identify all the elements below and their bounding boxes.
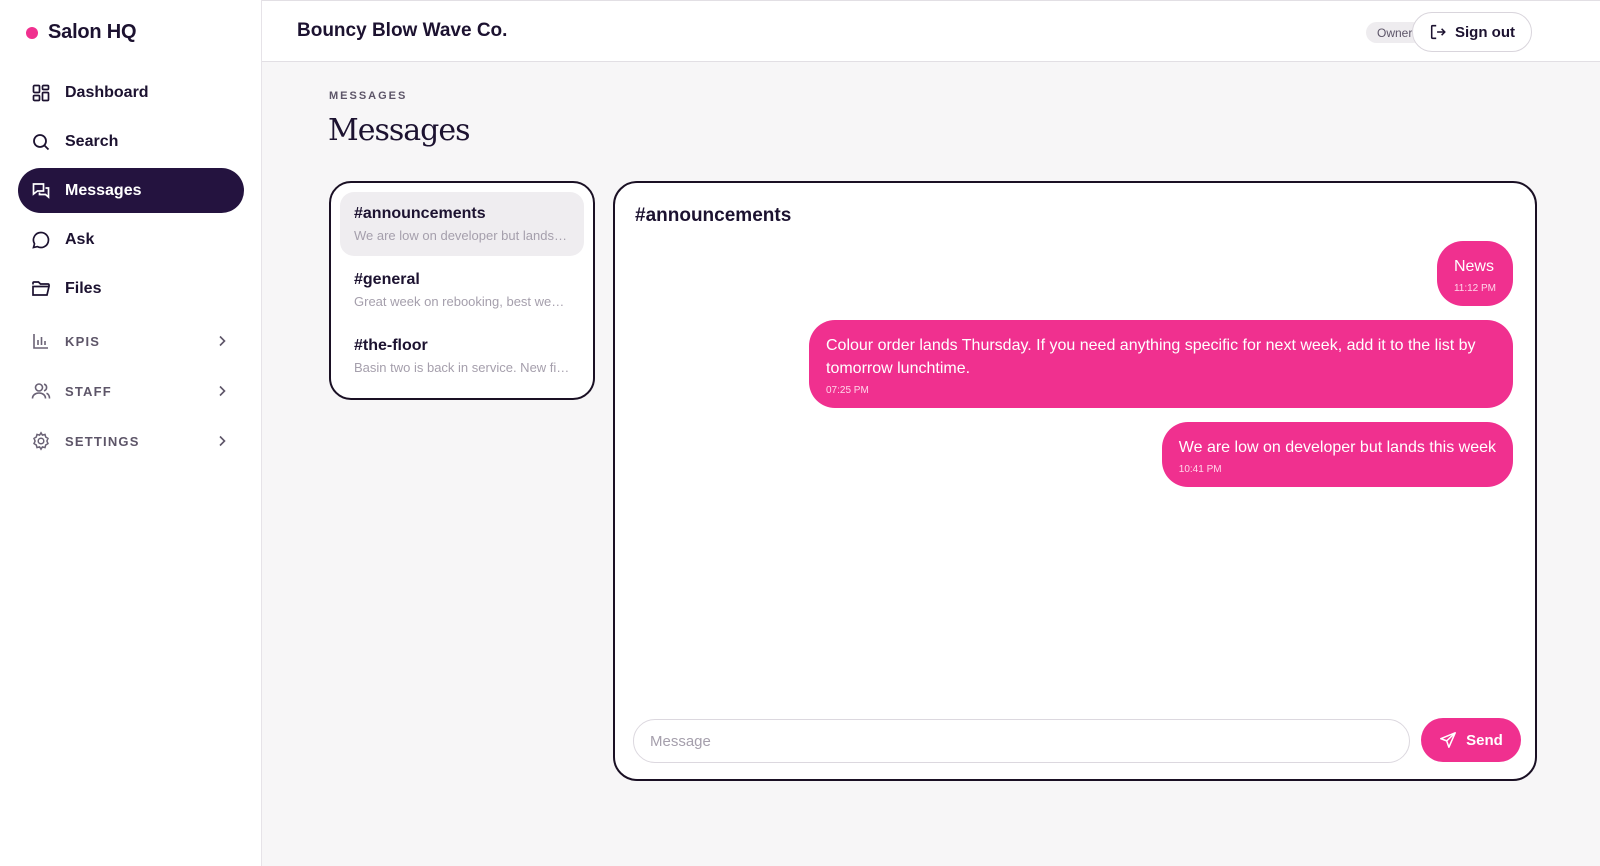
sidebar-group-label: KPIS xyxy=(65,333,101,349)
channel-item-announcements[interactable]: #announcements We are low on developer b… xyxy=(340,192,584,256)
sidebar-item-label: Files xyxy=(65,279,102,297)
folder-icon xyxy=(31,279,51,299)
dashboard-grid-icon xyxy=(31,83,51,103)
chat-bubble-icon xyxy=(31,230,51,250)
sidebar-item-messages[interactable]: Messages xyxy=(18,168,244,213)
chevron-right-icon xyxy=(214,433,230,449)
message-bubble: Colour order lands Thursday. If you need… xyxy=(809,320,1513,408)
sidebar-item-files[interactable]: Files xyxy=(18,266,244,311)
message-bubble: We are low on developer but lands this w… xyxy=(1161,422,1513,487)
sign-out-button[interactable]: Sign out xyxy=(1412,12,1532,52)
org-name: Bouncy Blow Wave Co. xyxy=(297,20,508,41)
message-bubble: News 11:12 PM xyxy=(1436,241,1513,306)
send-icon xyxy=(1439,731,1457,749)
channel-preview: Great week on rebooking, best week yet xyxy=(354,294,570,309)
sidebar-item-dashboard[interactable]: Dashboard xyxy=(18,70,244,115)
chat-bubbles-icon xyxy=(31,181,51,201)
message-text: News xyxy=(1453,258,1494,275)
channel-preview: Basin two is back in service. New filter… xyxy=(354,360,570,375)
sidebar-group-staff[interactable]: STAFF xyxy=(18,371,244,411)
channel-item-general[interactable]: #general Great week on rebooking, best w… xyxy=(340,258,584,322)
sidebar-item-label: Messages xyxy=(65,181,142,199)
message-time: 11:12 PM xyxy=(1453,283,1496,294)
send-label: Send xyxy=(1466,731,1503,749)
conversation-panel: #announcements News 11:12 PM Colour orde… xyxy=(613,181,1537,781)
conversation-title: #announcements xyxy=(635,205,792,226)
channel-name: #the-floor xyxy=(354,337,428,354)
channel-preview: We are low on developer but lands this w… xyxy=(354,228,570,243)
sidebar-group-settings[interactable]: SETTINGS xyxy=(18,421,244,461)
message-time: 10:41 PM xyxy=(1178,464,1222,475)
page-title: Messages xyxy=(328,113,471,148)
message-text: We are low on developer but lands this w… xyxy=(1178,439,1496,456)
gear-icon xyxy=(31,431,51,451)
channel-name: #general xyxy=(354,271,420,288)
sign-out-label: Sign out xyxy=(1455,23,1515,41)
channel-list: #announcements We are low on developer b… xyxy=(329,181,595,400)
sidebar: Salon HQ Dashboard Search Messages Ask F… xyxy=(0,0,262,866)
page-eyebrow: MESSAGES xyxy=(329,90,408,102)
message-time: 07:25 PM xyxy=(826,385,869,396)
channel-name: #announcements xyxy=(354,205,486,222)
sidebar-item-label: Search xyxy=(65,132,119,150)
brand[interactable]: Salon HQ xyxy=(26,21,137,44)
sign-out-icon xyxy=(1429,23,1447,41)
sidebar-item-label: Dashboard xyxy=(65,83,149,101)
search-icon xyxy=(31,132,51,152)
sidebar-item-search[interactable]: Search xyxy=(18,119,244,164)
channel-item-the-floor[interactable]: #the-floor Basin two is back in service.… xyxy=(340,324,584,388)
sidebar-group-label: STAFF xyxy=(65,383,112,399)
message-text: Colour order lands Thursday. If you need… xyxy=(826,337,1476,377)
message-input[interactable] xyxy=(633,719,1410,763)
chevron-right-icon xyxy=(214,333,230,349)
sidebar-group-kpis[interactable]: KPIS xyxy=(18,321,244,361)
sidebar-group-label: SETTINGS xyxy=(65,433,140,449)
brand-name: Salon HQ xyxy=(48,21,137,43)
sidebar-item-ask[interactable]: Ask xyxy=(18,217,244,262)
sidebar-item-label: Ask xyxy=(65,230,95,248)
brand-dot-icon xyxy=(26,26,38,39)
send-button[interactable]: Send xyxy=(1421,718,1521,762)
chevron-right-icon xyxy=(214,383,230,399)
top-header: Bouncy Blow Wave Co. Owner Sign out xyxy=(262,0,1600,62)
bar-chart-icon xyxy=(31,331,51,351)
users-icon xyxy=(31,381,51,401)
